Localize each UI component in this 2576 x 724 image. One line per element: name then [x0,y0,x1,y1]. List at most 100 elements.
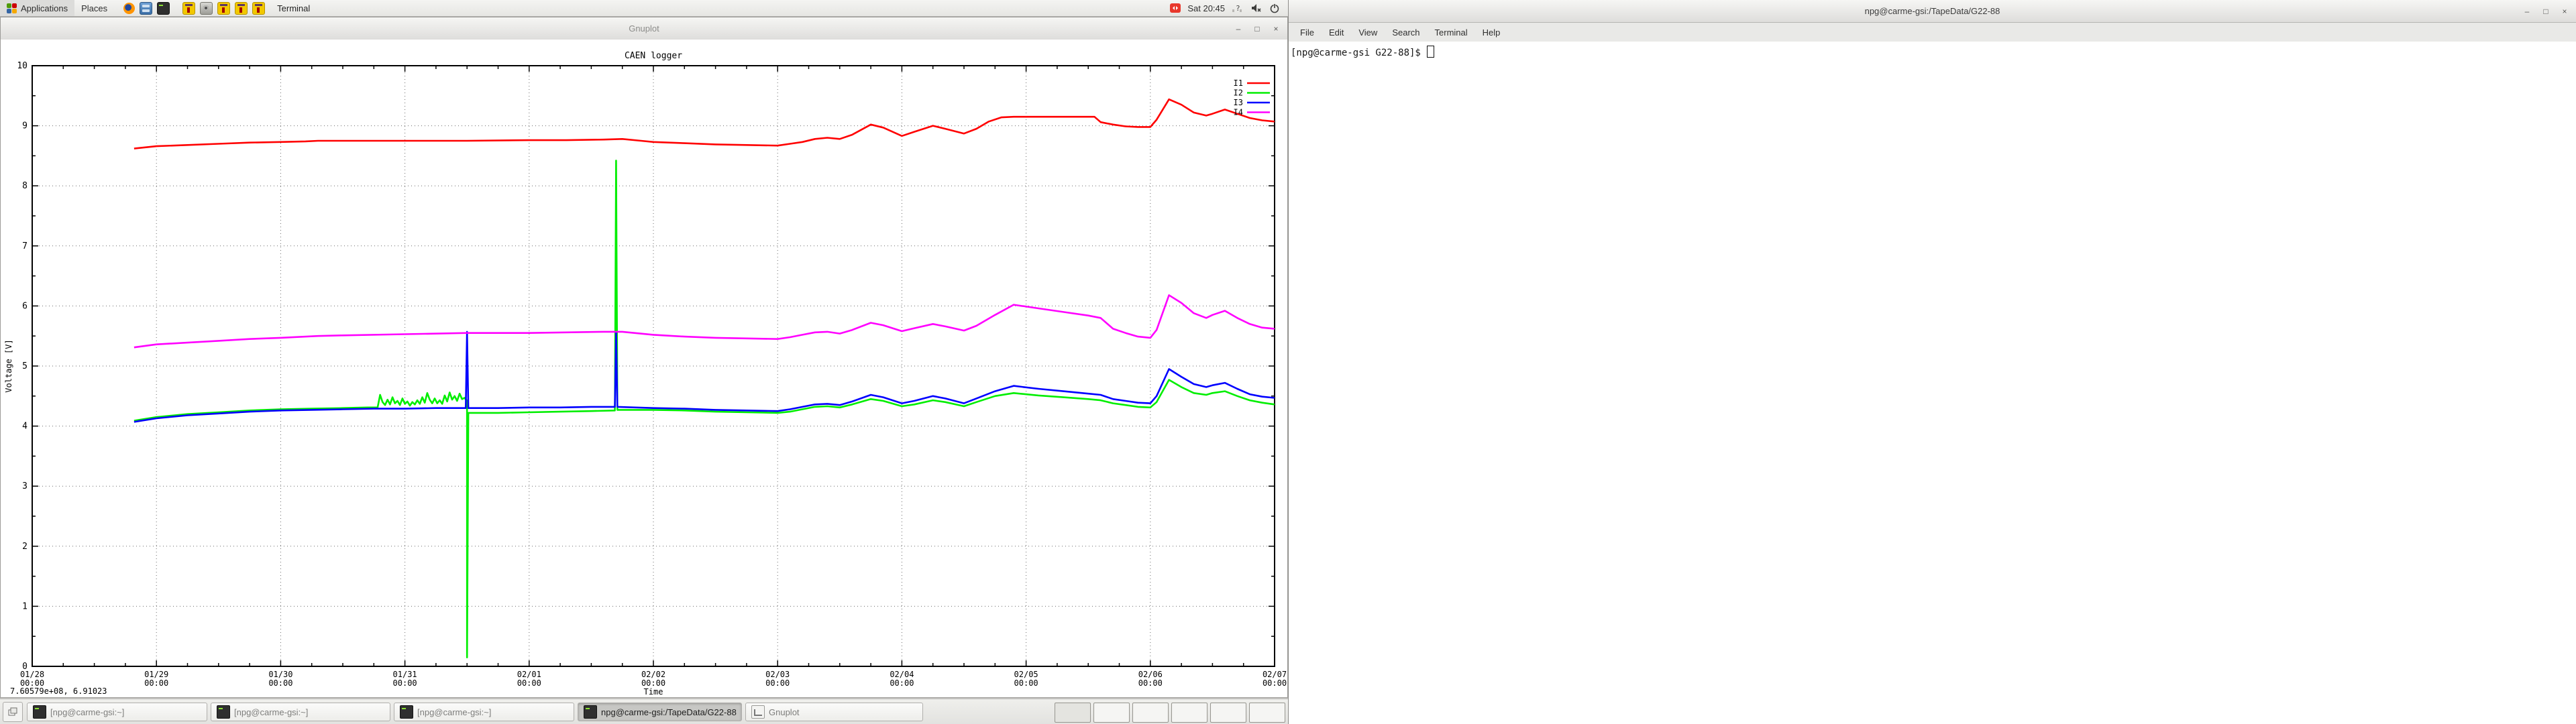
minimize-button[interactable]: – [2522,7,2532,16]
svg-text:00:00: 00:00 [1263,678,1287,688]
terminal-icon [400,705,413,719]
workspace-cell[interactable] [1249,703,1285,723]
places-menu[interactable]: Places [74,0,114,16]
svg-text:02/04: 02/04 [890,670,914,679]
legend: I1I2I3I4 [1234,78,1270,117]
maximize-button[interactable]: □ [1252,24,1262,34]
terminal-icon [584,705,597,719]
svg-text:7: 7 [22,241,28,251]
panel-status-area: Sat 20:45 ? [1170,3,1288,13]
taskbar-button[interactable]: npg@carme-gsi:/TapeData/G22-88 [578,703,742,721]
midas-launcher-icon[interactable] [235,2,248,15]
taskbar-button-label: npg@carme-gsi:/TapeData/G22-88 [601,707,737,717]
taskbar-button[interactable]: [npg@carme-gsi:~] [394,703,574,721]
series-I1 [134,99,1275,148]
focused-window-label: Terminal [277,3,310,13]
camera-launcher-icon[interactable] [200,2,213,15]
svg-text:02/01: 02/01 [517,670,541,679]
menu-file[interactable]: File [1293,23,1322,42]
terminal-icon [33,705,46,719]
svg-text:6: 6 [22,301,28,311]
taskbar-button-label: Gnuplot [769,707,800,717]
midas-launcher-icon[interactable] [217,2,230,15]
menu-edit[interactable]: Edit [1322,23,1351,42]
menu-help[interactable]: Help [1475,23,1508,42]
panel-clock[interactable]: Sat 20:45 [1187,3,1225,13]
network-status-icon[interactable]: ? [1232,3,1244,13]
svg-text:2: 2 [22,542,28,552]
terminal-window-title: npg@carme-gsi:/TapeData/G22-88 [1865,6,2000,16]
terminal-content[interactable]: [npg@carme-gsi G22-88]$ [1289,42,2576,724]
chart-title: CAEN logger [625,51,682,61]
desktop: Applications Places Terminal Sat 20:45 [0,0,2576,724]
workspace-cell[interactable] [1171,703,1208,723]
svg-text:8: 8 [22,181,28,191]
firefox-launcher-icon[interactable] [123,3,135,14]
terminal-window-controls: –□ × [2522,0,2569,22]
volume-muted-icon[interactable] [1250,3,1263,13]
axis-tick-labels: 01/2800:0001/2900:0001/3000:0001/3100:00… [17,61,1287,688]
taskbar-button[interactable]: Gnuplot [745,703,923,721]
menu-search[interactable]: Search [1385,23,1427,42]
terminal-launcher-icon[interactable] [157,2,170,15]
show-desktop-button[interactable] [3,702,23,722]
distributor-logo-icon [7,3,17,13]
svg-text:00:00: 00:00 [393,678,417,688]
svg-text:9: 9 [22,121,28,131]
svg-text:I1: I1 [1234,78,1243,88]
svg-text:5: 5 [22,361,28,371]
svg-text:02/07: 02/07 [1263,670,1287,679]
applications-menu[interactable]: Applications [0,0,74,16]
svg-text:3: 3 [22,481,28,491]
gnuplot-window-title: Gnuplot [629,23,659,34]
terminal-titlebar[interactable]: npg@carme-gsi:/TapeData/G22-88 –□ × [1289,0,2576,23]
terminal-menubar: FileEditViewSearchTerminalHelp [1289,23,2576,43]
svg-text:02/06: 02/06 [1138,670,1163,679]
svg-text:00:00: 00:00 [641,678,665,688]
svg-text:00:00: 00:00 [517,678,541,688]
svg-text:00:00: 00:00 [1014,678,1038,688]
panel-launchers [123,2,265,15]
svg-text:4: 4 [22,422,28,432]
taskbar-button[interactable]: [npg@carme-gsi:~] [211,703,390,721]
svg-text:I3: I3 [1234,98,1243,107]
file-manager-launcher-icon[interactable] [140,2,152,15]
top-panel: Applications Places Terminal Sat 20:45 [0,0,1288,17]
svg-text:01/29: 01/29 [144,670,168,679]
workspace-cell[interactable] [1132,703,1169,723]
svg-text:02/03: 02/03 [765,670,790,679]
power-icon[interactable] [1269,3,1280,13]
svg-text:?: ? [1236,4,1240,13]
svg-text:I2: I2 [1234,88,1243,98]
series-I4 [134,295,1275,347]
workspace-cell[interactable] [1210,703,1246,723]
svg-text:00:00: 00:00 [268,678,292,688]
svg-text:01/30: 01/30 [268,670,292,679]
menu-view[interactable]: View [1351,23,1385,42]
workspace-cell[interactable] [1055,703,1091,723]
gnuplot-titlebar[interactable]: Gnuplot –□ × [1,17,1287,40]
workspace-cell[interactable] [1093,703,1130,723]
chart-canvas: 01/2800:0001/2900:0001/3000:0001/3100:00… [1,40,1289,699]
terminal-icon [217,705,230,719]
taskbar-button-label: [npg@carme-gsi:~] [234,707,308,717]
gnuplot-window: Gnuplot –□× 01/2800:0001/2900:0001/3000:… [0,17,1288,698]
midas-launcher-icon[interactable] [182,2,195,15]
maximize-button[interactable]: □ [2541,7,2551,16]
gnuplot-icon [751,705,765,719]
gnuplot-plot-canvas[interactable]: 01/2800:0001/2900:0001/3000:0001/3100:00… [1,40,1287,697]
workspace-switcher [1055,703,1285,723]
taskbar-button[interactable]: [npg@carme-gsi:~] [27,703,207,721]
minimize-button[interactable]: – [1234,24,1243,34]
menu-terminal[interactable]: Terminal [1428,23,1475,42]
gnuplot-window-controls: –□ × [1234,17,1281,40]
midas-launcher-icon[interactable] [252,2,265,15]
svg-text:00:00: 00:00 [765,678,790,688]
close-button[interactable]: × [2560,7,2569,16]
svg-text:I4: I4 [1234,108,1243,117]
notification-icon[interactable] [1170,3,1181,13]
svg-text:00:00: 00:00 [144,678,168,688]
window-list-taskbar: [npg@carme-gsi:~] [npg@carme-gsi:~] [npg@c… [0,699,1288,724]
taskbar-button-label: [npg@carme-gsi:~] [50,707,124,717]
close-button[interactable]: × [1271,24,1281,34]
